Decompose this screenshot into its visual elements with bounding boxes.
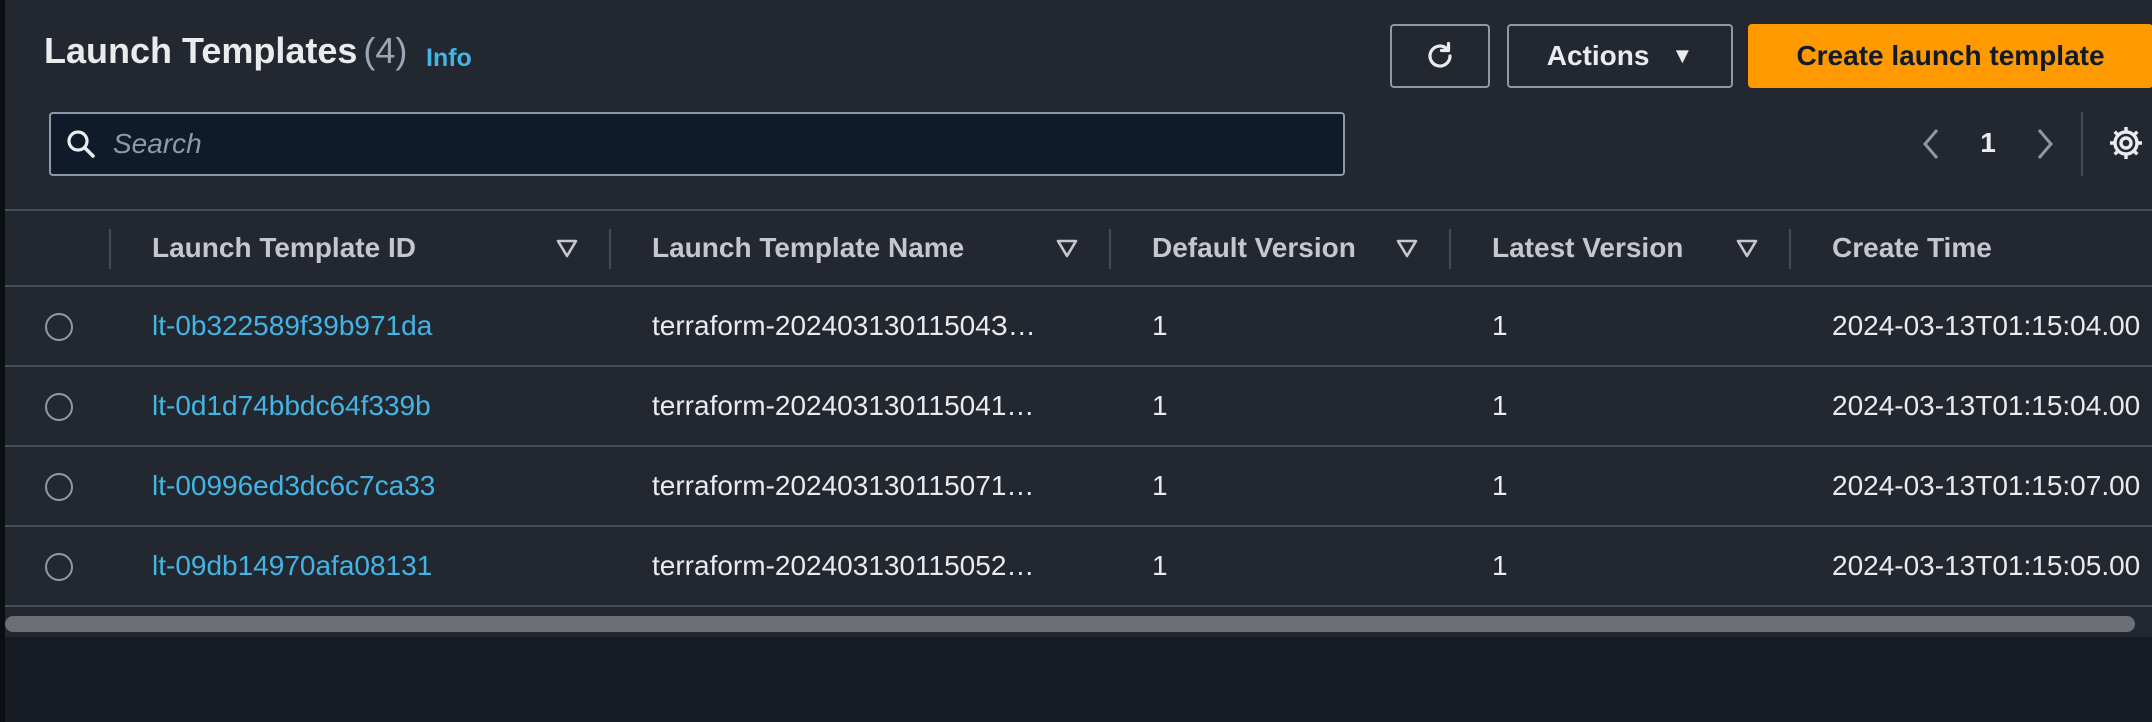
column-separator[interactable] xyxy=(1789,229,1791,269)
search-box xyxy=(49,112,1345,176)
search-icon xyxy=(67,130,95,158)
launch-template-id-link[interactable]: lt-00996ed3dc6c7ca33 xyxy=(152,447,435,525)
launch-template-id-link[interactable]: lt-0d1d74bbdc64f339b xyxy=(152,367,431,445)
info-link[interactable]: Info xyxy=(426,44,472,73)
page-title: Launch Templates (4) xyxy=(44,30,407,72)
pager-divider xyxy=(2081,112,2083,176)
launch-template-id-link[interactable]: lt-0b322589f39b971da xyxy=(152,287,432,365)
search-input[interactable] xyxy=(113,124,1313,164)
actions-label: Actions xyxy=(1546,40,1650,71)
create-time: 2024-03-13T01:15:04.00 xyxy=(1832,310,2141,341)
launch-template-name: terraform-20240313011504З… xyxy=(652,310,1036,341)
row-select-radio[interactable] xyxy=(45,553,73,581)
default-version: 1 xyxy=(1152,390,1168,421)
template-count: (4) xyxy=(363,30,408,71)
launch-template-name: terraform-20240313011504​1… xyxy=(652,390,1035,421)
sort-caret-icon[interactable] xyxy=(1396,237,1418,259)
row-select-radio[interactable] xyxy=(45,393,73,421)
table-row[interactable]: lt-00996ed3dc6c7ca33 terraform-202403130… xyxy=(5,447,2152,527)
launch-template-name: terraform-20240313011505​2… xyxy=(652,550,1035,581)
refresh-icon xyxy=(1428,41,1452,68)
default-version: 1 xyxy=(1152,470,1168,501)
sort-caret-icon[interactable] xyxy=(556,237,578,259)
table-row[interactable]: lt-09db14970afa08131 terraform-202403130… xyxy=(5,527,2152,607)
column-separator[interactable] xyxy=(1449,229,1451,269)
default-version: 1 xyxy=(1152,310,1168,341)
horizontal-scrollbar-thumb[interactable] xyxy=(5,616,2135,632)
app-root: Launch Templates (4) Info Actions ▼ Creat… xyxy=(0,0,2152,722)
column-header-latest-version[interactable]: Latest Version xyxy=(1492,211,1683,285)
create-time: 2024-03-13T01:15:07.00 xyxy=(1832,470,2141,501)
launch-template-name: terraform-20240313011507​1… xyxy=(652,470,1035,501)
create-launch-template-button[interactable]: Create launch template xyxy=(1748,24,2152,88)
column-separator[interactable] xyxy=(609,229,611,269)
gear-icon[interactable] xyxy=(2107,124,2145,162)
create-time: 2024-03-13T01:15:04.00 xyxy=(1832,390,2141,421)
page-title-text: Launch Templates xyxy=(44,30,358,71)
table-header: Launch Template ID Launch Template Name … xyxy=(5,209,2152,287)
sort-caret-icon[interactable] xyxy=(1736,237,1758,259)
actions-dropdown-button[interactable]: Actions ▼ xyxy=(1507,24,1733,88)
chevron-left-icon[interactable] xyxy=(1917,126,1947,162)
table-row[interactable]: lt-0d1d74bbdc64f339b terraform-202403130… xyxy=(5,367,2152,447)
column-separator[interactable] xyxy=(1109,229,1111,269)
table-row[interactable]: lt-0b322589f39b971da terraform-202403130… xyxy=(5,287,2152,367)
chevron-right-icon[interactable] xyxy=(2029,126,2059,162)
default-version: 1 xyxy=(1152,550,1168,581)
sort-caret-icon[interactable] xyxy=(1056,237,1078,259)
column-separator xyxy=(109,229,111,269)
row-select-radio[interactable] xyxy=(45,473,73,501)
caret-down-icon: ▼ xyxy=(1671,43,1694,68)
create-time: 2024-03-13T01:15:05.00 xyxy=(1832,550,2141,581)
column-header-create-time[interactable]: Create Time xyxy=(1832,211,1992,285)
column-header-default-version[interactable]: Default Version xyxy=(1152,211,1356,285)
latest-version: 1 xyxy=(1492,470,1508,501)
column-header-launch-template-name[interactable]: Launch Template Name xyxy=(652,211,964,285)
launch-template-id-link[interactable]: lt-09db14970afa08131 xyxy=(152,527,432,605)
column-header-launch-template-id[interactable]: Launch Template ID xyxy=(152,211,416,285)
latest-version: 1 xyxy=(1492,310,1508,341)
latest-version: 1 xyxy=(1492,390,1508,421)
latest-version: 1 xyxy=(1492,550,1508,581)
refresh-button[interactable] xyxy=(1390,24,1490,88)
current-page-number[interactable]: 1 xyxy=(1978,127,1998,159)
row-select-radio[interactable] xyxy=(45,313,73,341)
